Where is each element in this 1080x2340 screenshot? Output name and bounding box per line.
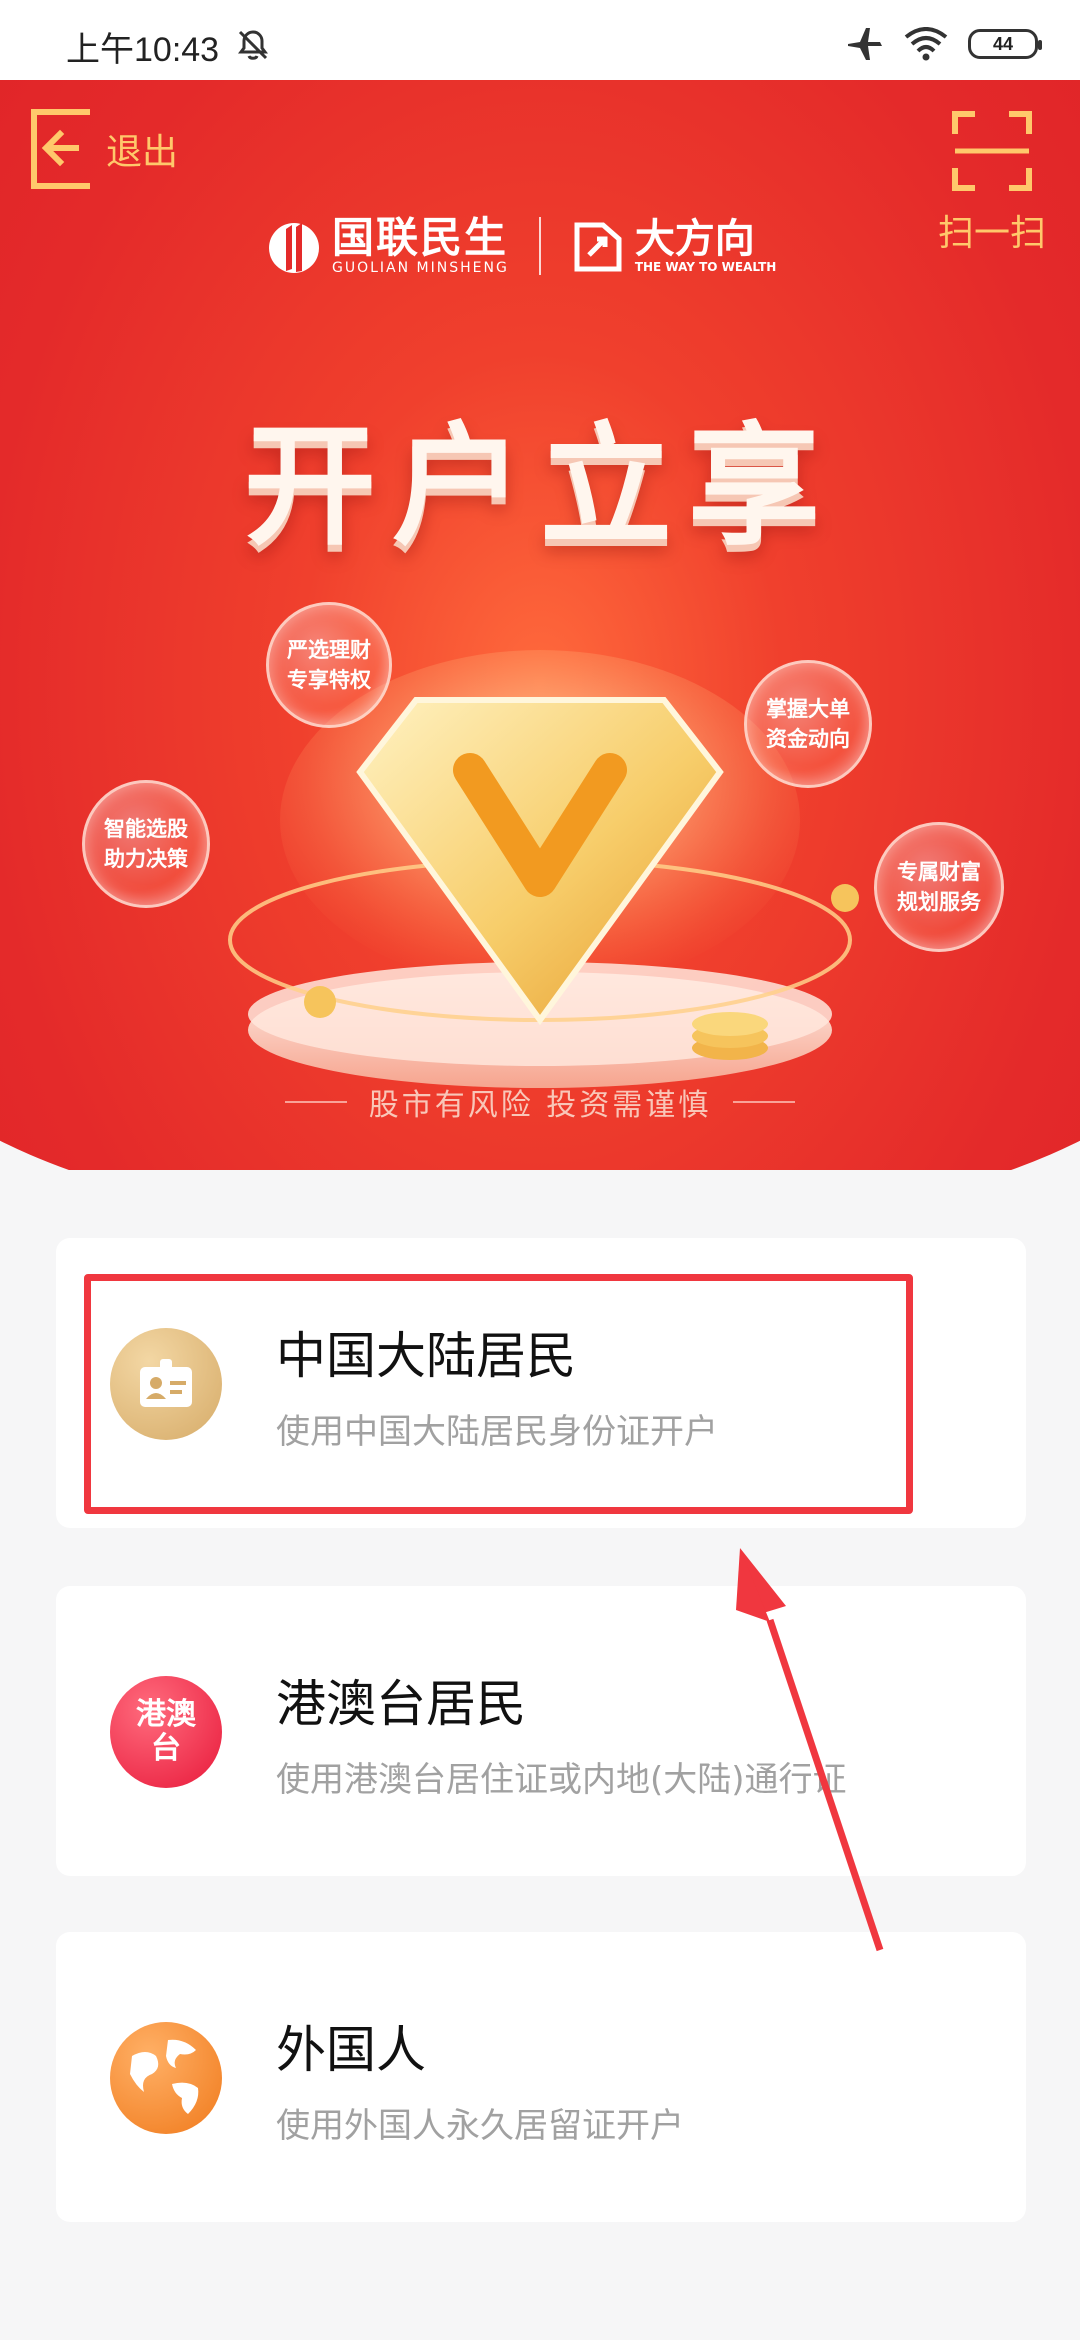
feature-bubble-4: 专属财富 规划服务 (874, 822, 1004, 952)
option-title: 港澳台居民 (276, 1675, 526, 1733)
status-time: 上午10:43 (66, 31, 220, 69)
logo2-en-text: THE WAY TO WEALTH (634, 260, 777, 274)
status-right: 44 (844, 26, 1042, 62)
option-mainland-resident[interactable]: 中国大陆居民 使用中国大陆居民身份证开户 (56, 1238, 1026, 1528)
option-subtitle: 使用港澳台居住证或内地(大陆)通行证 (276, 1760, 847, 1800)
dafangxiang-emblem-icon (574, 222, 622, 272)
feature-bubble-3: 智能选股 助力决策 (82, 780, 210, 908)
exit-label: 退出 (106, 132, 179, 173)
status-bar: 上午10:43 44 (0, 0, 1080, 80)
option-subtitle: 使用外国人永久居留证开户 (276, 2106, 684, 2146)
disclaimer-line-right (733, 1101, 796, 1103)
scan-button[interactable]: 扫一扫 (938, 110, 1046, 256)
exit-icon (31, 109, 90, 189)
id-card-glyph (140, 1359, 192, 1407)
option-title: 外国人 (276, 2021, 426, 2079)
feature-bubble-2: 掌握大单 资金动向 (744, 660, 872, 788)
logo1-en-text: GUOLIAN MINSHENG (332, 260, 509, 276)
logo-divider (538, 217, 541, 275)
airplane-mode-icon (848, 28, 882, 60)
guolian-emblem-icon (269, 223, 319, 273)
option-hk-macao-taiwan-resident[interactable]: 港澳 台 港澳台居民 使用港澳台居住证或内地(大陆)通行证 (56, 1586, 1026, 1876)
id-card-icon (110, 1328, 222, 1440)
guolian-logo: 国联民生 GUOLIAN MINSHENG (266, 216, 509, 276)
scan-label: 扫一扫 (937, 213, 1046, 254)
hero-banner: 退出 扫一扫 国联民生 GUOLIAN MINSHENG 大方向 THE WAY… (0, 80, 1080, 1170)
option-foreigner[interactable]: 外国人 使用外国人永久居留证开户 (56, 1932, 1026, 2222)
dafangxiang-logo: 大方向 THE WAY TO WEALTH (571, 217, 776, 275)
globe-icon (110, 2022, 222, 2134)
account-opening-page: 上午10:43 44 退出 扫一扫 国联民生 GUOLIAN MINSHENG … (0, 0, 1080, 2340)
option-title: 中国大陆居民 (276, 1327, 576, 1385)
brand-logos: 国联民生 GUOLIAN MINSHENG 大方向 THE WAY TO WEA… (266, 216, 776, 276)
battery-indicator: 44 (968, 29, 1042, 59)
exit-button[interactable]: 退出 (28, 108, 178, 190)
logo2-text: 大方向 (634, 216, 755, 262)
option-subtitle: 使用中国大陆居民身份证开户 (276, 1412, 718, 1452)
scan-icon (951, 111, 1032, 191)
globe-glyph (130, 2039, 199, 2114)
wifi-icon (904, 27, 948, 61)
risk-disclaimer: 股市有风险 投资需谨慎 (0, 1080, 1080, 1124)
feature-bubble-1: 严选理财 专享特权 (266, 602, 392, 728)
hero-headline: 开户立享 (244, 410, 836, 564)
notification-muted-icon (238, 30, 268, 60)
hk-macao-taiwan-icon: 港澳 台 (110, 1676, 222, 1788)
disclaimer-line-left (284, 1101, 347, 1103)
logo1-text: 国联民生 (332, 213, 509, 262)
disclaimer-text: 股市有风险 投资需谨慎 (368, 1088, 712, 1123)
